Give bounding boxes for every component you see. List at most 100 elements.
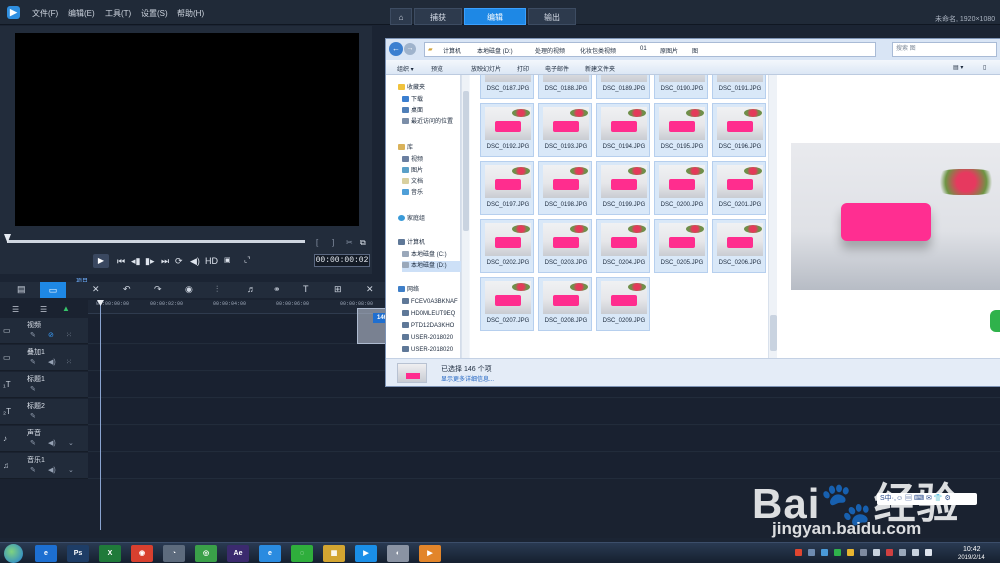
volume-tray-icon[interactable] [925, 549, 932, 556]
enlarge-icon[interactable]: ⌞⌝ [244, 256, 251, 264]
nav-item[interactable]: 下载 [402, 95, 423, 106]
subtitle-icon[interactable]: T [303, 284, 309, 294]
go-start-icon[interactable]: ⏮ [117, 256, 125, 267]
tray-icon[interactable] [886, 549, 893, 556]
file-item[interactable]: DSC_0189.JPG [596, 75, 650, 99]
motion-track-icon[interactable]: ⚭ [273, 284, 281, 295]
chapter-icon[interactable]: ☰ [40, 305, 47, 314]
track-edit-icon[interactable]: ✎ [30, 466, 36, 474]
breadcrumb[interactable]: 图 [692, 46, 698, 55]
go-end-icon[interactable]: ⏭ [161, 256, 169, 267]
home-icon[interactable]: ⌂ [390, 8, 412, 25]
storyboard-view-icon[interactable]: ▤ [17, 284, 26, 295]
track-manager-icon[interactable]: ☰ [12, 305, 19, 314]
taskbar-app[interactable]: ◐ [387, 545, 409, 562]
file-item[interactable]: DSC_0209.JPG [596, 277, 650, 331]
prev-frame-icon[interactable]: ◂▮ [131, 256, 140, 267]
track-header-title2[interactable]: ₂T 标题2 ✎ [0, 399, 88, 425]
taskbar-app[interactable]: ◌ [291, 545, 313, 562]
record-icon[interactable]: ◉ [185, 284, 193, 295]
track-edit-icon[interactable]: ✎ [30, 439, 36, 447]
file-item[interactable]: DSC_0208.JPG [538, 277, 592, 331]
timeline-view-icon[interactable]: ▭ [40, 282, 66, 298]
menu-file[interactable]: 文件(F) [32, 8, 58, 19]
scrollbar-thumb[interactable] [770, 315, 777, 351]
preview-pane-icon[interactable]: ▯ [983, 64, 986, 71]
playhead[interactable] [100, 300, 101, 530]
multicam-icon[interactable]: ⊞ [334, 284, 342, 295]
nav-homegroup[interactable]: 家庭组 [398, 214, 425, 225]
nav-computer[interactable]: 计算机 [398, 238, 425, 249]
track-grid-icon[interactable]: ⁙ [66, 331, 72, 339]
split-icon[interactable]: ✂ [346, 238, 353, 247]
undo-icon[interactable]: ↶ [123, 284, 131, 295]
nav-item[interactable]: 本地磁盘 (C:) [402, 250, 447, 261]
file-item[interactable]: DSC_0194.JPG [596, 103, 650, 157]
tab-edit[interactable]: 编辑 [464, 8, 526, 25]
file-item[interactable]: DSC_0198.JPG [538, 161, 592, 215]
menu-settings[interactable]: 设置(S) [141, 8, 168, 19]
taskbar-app[interactable]: ◉ [131, 545, 153, 562]
file-item[interactable]: DSC_0193.JPG [538, 103, 592, 157]
volume-icon[interactable]: ◀) [190, 256, 200, 267]
fit-icon[interactable]: ▲ [62, 304, 70, 313]
nav-favorites[interactable]: 收藏夹 [398, 83, 425, 94]
breadcrumb[interactable]: 处理的视频 [535, 46, 565, 55]
nav-network[interactable]: 网络 [398, 285, 419, 296]
track-edit-icon[interactable]: ✎ [30, 331, 36, 339]
mark-out-icon[interactable]: ] [332, 238, 334, 247]
scrub-bar[interactable] [7, 240, 305, 243]
file-item[interactable]: DSC_0187.JPG [480, 75, 534, 99]
hd-toggle[interactable]: HD [205, 256, 218, 266]
track-lane[interactable] [88, 426, 1000, 452]
clock-date[interactable]: 2019/2/14 [958, 555, 985, 561]
track-header-voice[interactable]: ♪ 声音 ✎ ◀) ⌄ [0, 426, 88, 452]
back-button[interactable]: ← [389, 42, 403, 56]
redo-icon[interactable]: ↷ [154, 284, 162, 295]
breadcrumb[interactable]: 01 [640, 46, 647, 52]
nav-item[interactable]: PTD12DA3KHO [402, 321, 454, 332]
tray-icon[interactable] [860, 549, 867, 556]
track-header-video[interactable]: ▭ 视频 ✎ ⊘ ⁙ [0, 318, 88, 344]
track-edit-icon[interactable]: ✎ [30, 358, 36, 366]
file-item[interactable]: DSC_0199.JPG [596, 161, 650, 215]
taskbar-app[interactable]: X [99, 545, 121, 562]
menu-edit[interactable]: 编辑(E) [68, 8, 95, 19]
file-item[interactable]: DSC_0205.JPG [654, 219, 708, 273]
address-field[interactable]: ▰ 计算机 本地磁盘 (D:) 处理的视频 化妆包类视频 01 原图片 图 [424, 42, 876, 57]
nav-item[interactable]: 图片 [402, 166, 423, 177]
show-details-link[interactable]: 显示更多详细信息... [441, 374, 494, 383]
breadcrumb[interactable]: 计算机 [443, 46, 461, 55]
tray-icon[interactable] [834, 549, 841, 556]
organize-button[interactable]: 组织 ▾ [397, 64, 414, 73]
audio-mixer-icon[interactable]: ⫶ [216, 284, 218, 295]
print-button[interactable]: 打印 [517, 64, 529, 73]
auto-music-icon[interactable]: ♬ [247, 284, 256, 294]
forward-button[interactable]: → [404, 43, 416, 55]
taskbar-app[interactable]: ▶ [419, 545, 441, 562]
nav-item[interactable]: 视频 [402, 155, 423, 166]
file-item[interactable]: DSC_0202.JPG [480, 219, 534, 273]
tray-icon[interactable] [899, 549, 906, 556]
file-item[interactable]: DSC_0196.JPG [712, 103, 766, 157]
file-item[interactable]: DSC_0206.JPG [712, 219, 766, 273]
nav-item[interactable]: USER-2018020 [402, 333, 453, 344]
tab-output[interactable]: 输出 [528, 8, 576, 25]
file-item[interactable]: DSC_0192.JPG [480, 103, 534, 157]
nav-item[interactable]: FCEV0A3BKNAF [402, 297, 458, 308]
nav-item[interactable]: 桌面 [402, 106, 423, 117]
chevron-down-icon[interactable]: ⌄ [68, 439, 74, 447]
next-frame-icon[interactable]: ▮▸ [145, 256, 154, 267]
track-volume-icon[interactable]: ◀) [48, 358, 56, 366]
slideshow-button[interactable]: 放映幻灯片 [471, 64, 501, 73]
menu-help[interactable]: 帮助(H) [177, 8, 204, 19]
file-item[interactable]: DSC_0201.JPG [712, 161, 766, 215]
taskbar-app[interactable]: ▶ [355, 545, 377, 562]
taskbar-app[interactable]: e [259, 545, 281, 562]
track-edit-icon[interactable]: ✎ [30, 412, 36, 420]
track-header-overlay[interactable]: ▭ 叠加1 ✎ ◀) ⁙ [0, 345, 88, 371]
breadcrumb[interactable]: 本地磁盘 (D:) [477, 46, 513, 55]
play-button[interactable]: ▶ [93, 254, 109, 268]
chevron-down-icon[interactable]: ⌄ [68, 466, 74, 474]
track-header-music[interactable]: ♫ 音乐1 ✎ ◀) ⌄ [0, 453, 88, 479]
